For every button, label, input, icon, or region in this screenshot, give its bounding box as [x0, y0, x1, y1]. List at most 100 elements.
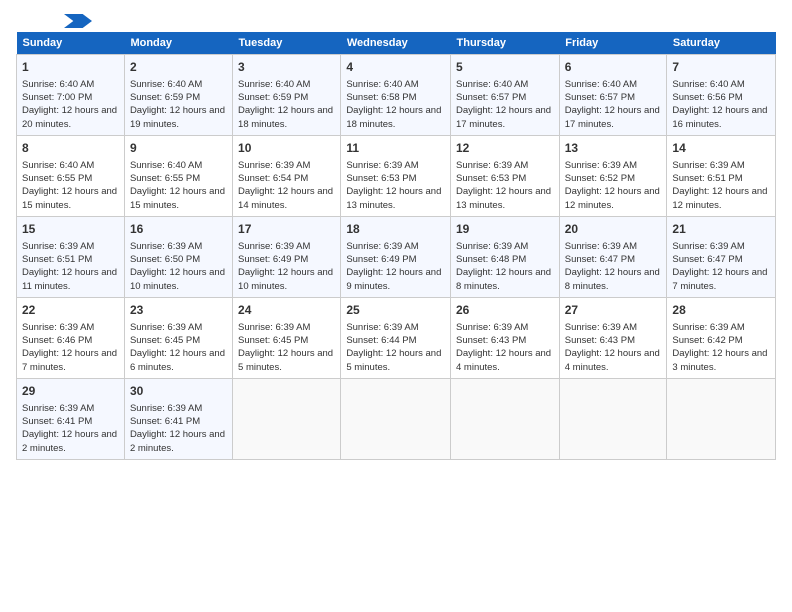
day-number: 26	[456, 302, 554, 319]
sunset-text: Sunset: 6:53 PM	[346, 173, 416, 184]
day-number: 5	[456, 59, 554, 76]
day-number: 19	[456, 221, 554, 238]
sunset-text: Sunset: 7:00 PM	[22, 92, 92, 103]
sunrise-text: Sunrise: 6:40 AM	[130, 79, 202, 90]
sunset-text: Sunset: 6:43 PM	[456, 335, 526, 346]
daylight-text: Daylight: 12 hours and 10 minutes.	[238, 267, 333, 291]
daylight-text: Daylight: 12 hours and 2 minutes.	[130, 429, 225, 453]
sunrise-text: Sunrise: 6:40 AM	[238, 79, 310, 90]
daylight-text: Daylight: 12 hours and 7 minutes.	[672, 267, 767, 291]
sunset-text: Sunset: 6:43 PM	[565, 335, 635, 346]
sunset-text: Sunset: 6:46 PM	[22, 335, 92, 346]
calendar-table: SundayMondayTuesdayWednesdayThursdayFrid…	[16, 32, 776, 460]
sunrise-text: Sunrise: 6:39 AM	[22, 403, 94, 414]
calendar-cell: 19Sunrise: 6:39 AMSunset: 6:48 PMDayligh…	[451, 216, 560, 297]
calendar-cell	[667, 378, 776, 459]
day-number: 9	[130, 140, 227, 157]
calendar-cell: 16Sunrise: 6:39 AMSunset: 6:50 PMDayligh…	[124, 216, 232, 297]
day-number: 29	[22, 383, 119, 400]
calendar-cell: 15Sunrise: 6:39 AMSunset: 6:51 PMDayligh…	[17, 216, 125, 297]
sunrise-text: Sunrise: 6:39 AM	[456, 160, 528, 171]
daylight-text: Daylight: 12 hours and 19 minutes.	[130, 105, 225, 129]
sunset-text: Sunset: 6:50 PM	[130, 254, 200, 265]
calendar-cell: 13Sunrise: 6:39 AMSunset: 6:52 PMDayligh…	[559, 135, 667, 216]
sunset-text: Sunset: 6:47 PM	[565, 254, 635, 265]
daylight-text: Daylight: 12 hours and 9 minutes.	[346, 267, 441, 291]
logo-icon	[64, 14, 92, 28]
sunrise-text: Sunrise: 6:40 AM	[22, 160, 94, 171]
sunset-text: Sunset: 6:51 PM	[22, 254, 92, 265]
daylight-text: Daylight: 12 hours and 8 minutes.	[565, 267, 660, 291]
daylight-text: Daylight: 12 hours and 6 minutes.	[130, 348, 225, 372]
week-row-1: 1 Sunrise: 6:40 AM Sunset: 7:00 PM Daylight…	[17, 55, 776, 136]
sunrise-text: Sunrise: 6:39 AM	[130, 241, 202, 252]
day-number: 23	[130, 302, 227, 319]
calendar-cell: 10Sunrise: 6:39 AMSunset: 6:54 PMDayligh…	[233, 135, 341, 216]
daylight-text: Daylight: 12 hours and 15 minutes.	[130, 186, 225, 210]
daylight-text: Daylight: 12 hours and 12 minutes.	[565, 186, 660, 210]
calendar-cell: 12Sunrise: 6:39 AMSunset: 6:53 PMDayligh…	[451, 135, 560, 216]
sunrise-text: Sunrise: 6:39 AM	[565, 160, 637, 171]
sunset-text: Sunset: 6:59 PM	[130, 92, 200, 103]
calendar-cell: 11Sunrise: 6:39 AMSunset: 6:53 PMDayligh…	[341, 135, 451, 216]
calendar-cell: 5Sunrise: 6:40 AMSunset: 6:57 PMDaylight…	[451, 55, 560, 136]
day-number: 2	[130, 59, 227, 76]
day-number: 6	[565, 59, 662, 76]
col-header-tuesday: Tuesday	[233, 32, 341, 55]
week-row-3: 15 Sunrise: 6:39 AM Sunset: 6:51 PM Dayligh…	[17, 216, 776, 297]
calendar-cell: 20 Sunrise: 6:39 AM Sunset: 6:47 PM Dayligh…	[559, 216, 667, 297]
sunrise-text: Sunrise: 6:39 AM	[672, 241, 744, 252]
day-number: 3	[238, 59, 335, 76]
day-number: 15	[22, 221, 119, 238]
calendar-cell: 9Sunrise: 6:40 AMSunset: 6:55 PMDaylight…	[124, 135, 232, 216]
calendar-cell: 7Sunrise: 6:40 AMSunset: 6:56 PMDaylight…	[667, 55, 776, 136]
week-row-2: 8Sunrise: 6:40 AMSunset: 6:55 PMDaylight…	[17, 135, 776, 216]
col-header-wednesday: Wednesday	[341, 32, 451, 55]
sunset-text: Sunset: 6:58 PM	[346, 92, 416, 103]
day-number: 27	[565, 302, 662, 319]
day-number: 10	[238, 140, 335, 157]
sunset-text: Sunset: 6:57 PM	[456, 92, 526, 103]
calendar-cell: 6Sunrise: 6:40 AMSunset: 6:57 PMDaylight…	[559, 55, 667, 136]
sunrise-text: Sunrise: 6:39 AM	[130, 403, 202, 414]
calendar-cell	[451, 378, 560, 459]
sunset-text: Sunset: 6:42 PM	[672, 335, 742, 346]
daylight-text: Daylight: 12 hours and 4 minutes.	[565, 348, 660, 372]
day-number: 24	[238, 302, 335, 319]
sunrise-text: Sunrise: 6:39 AM	[346, 322, 418, 333]
sunrise-text: Sunrise: 6:40 AM	[456, 79, 528, 90]
day-number: 17	[238, 221, 335, 238]
day-number: 14	[672, 140, 770, 157]
day-number: 11	[346, 140, 445, 157]
sunrise-text: Sunrise: 6:40 AM	[565, 79, 637, 90]
sunrise-text: Sunrise: 6:39 AM	[22, 322, 94, 333]
sunset-text: Sunset: 6:44 PM	[346, 335, 416, 346]
sunset-text: Sunset: 6:56 PM	[672, 92, 742, 103]
daylight-text: Daylight: 12 hours and 16 minutes.	[672, 105, 767, 129]
sunrise-text: Sunrise: 6:39 AM	[130, 322, 202, 333]
calendar-cell: 23Sunrise: 6:39 AMSunset: 6:45 PMDayligh…	[124, 297, 232, 378]
sunrise-text: Sunrise: 6:40 AM	[22, 79, 94, 90]
daylight-text: Daylight: 12 hours and 18 minutes.	[346, 105, 441, 129]
sunset-text: Sunset: 6:59 PM	[238, 92, 308, 103]
day-number: 20	[565, 221, 662, 238]
sunrise-text: Sunrise: 6:39 AM	[346, 160, 418, 171]
day-number: 1	[22, 59, 119, 76]
calendar-cell	[233, 378, 341, 459]
daylight-text: Daylight: 12 hours and 3 minutes.	[672, 348, 767, 372]
page: SundayMondayTuesdayWednesdayThursdayFrid…	[0, 0, 792, 612]
header	[16, 16, 776, 24]
sunset-text: Sunset: 6:49 PM	[346, 254, 416, 265]
day-number: 28	[672, 302, 770, 319]
calendar-cell: 28Sunrise: 6:39 AMSunset: 6:42 PMDayligh…	[667, 297, 776, 378]
sunrise-text: Sunrise: 6:39 AM	[238, 322, 310, 333]
calendar-cell: 25Sunrise: 6:39 AMSunset: 6:44 PMDayligh…	[341, 297, 451, 378]
sunrise-text: Sunrise: 6:39 AM	[565, 241, 637, 252]
sunset-text: Sunset: 6:47 PM	[672, 254, 742, 265]
calendar-cell: 8Sunrise: 6:40 AMSunset: 6:55 PMDaylight…	[17, 135, 125, 216]
daylight-text: Daylight: 12 hours and 10 minutes.	[130, 267, 225, 291]
week-row-5: 29 Sunrise: 6:39 AM Sunset: 6:41 PM Dayligh…	[17, 378, 776, 459]
daylight-text: Daylight: 12 hours and 14 minutes.	[238, 186, 333, 210]
sunset-text: Sunset: 6:41 PM	[22, 416, 92, 427]
sunset-text: Sunset: 6:53 PM	[456, 173, 526, 184]
